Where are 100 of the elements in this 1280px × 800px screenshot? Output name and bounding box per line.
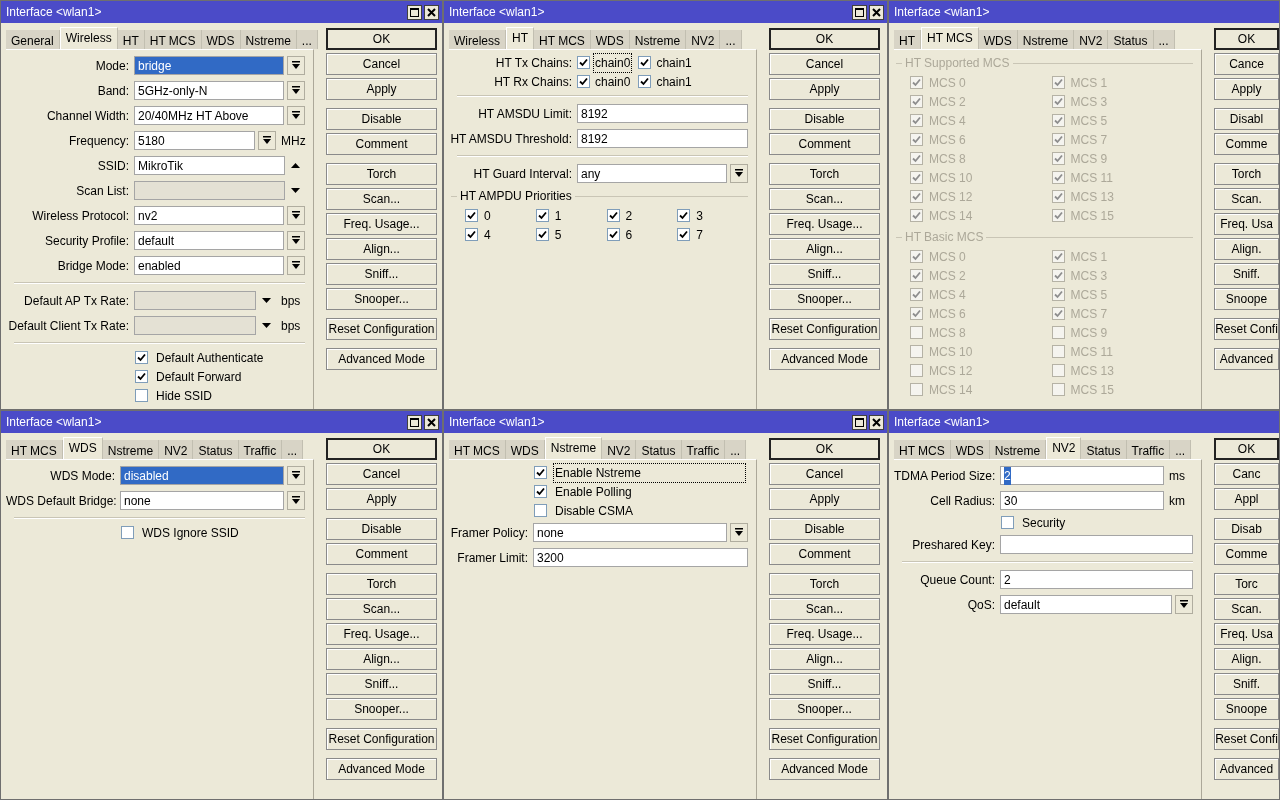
checkbox-label[interactable]: chain0 xyxy=(593,71,633,92)
dialog-button[interactable]: Disable xyxy=(769,108,880,130)
tab[interactable]: Traffic xyxy=(681,440,726,459)
dialog-button[interactable]: Reset Confi xyxy=(1214,318,1279,340)
tab[interactable]: Traffic xyxy=(1126,440,1171,459)
input-field[interactable]: nv2 xyxy=(134,206,284,225)
dialog-button[interactable]: Cancel xyxy=(769,53,880,75)
checkbox-label[interactable]: Hide SSID xyxy=(154,385,215,406)
input-field[interactable]: 8192 xyxy=(577,104,748,123)
checkbox[interactable] xyxy=(638,75,652,88)
tab[interactable]: Nstreme xyxy=(544,437,603,459)
checkbox[interactable] xyxy=(535,228,549,241)
dialog-button[interactable]: Freq. Usage... xyxy=(326,623,437,645)
tab[interactable]: NV2 xyxy=(686,30,721,49)
dialog-button[interactable]: Scan... xyxy=(326,188,437,210)
tab[interactable]: General xyxy=(6,30,60,49)
dialog-button[interactable]: Disable xyxy=(326,518,437,540)
dialog-button[interactable]: Snooper... xyxy=(326,698,437,720)
tab[interactable]: ... xyxy=(282,440,304,459)
dialog-button[interactable]: Sniff... xyxy=(326,263,437,285)
dialog-button[interactable]: Align... xyxy=(326,648,437,670)
checkbox[interactable] xyxy=(465,228,478,241)
input-field[interactable]: any xyxy=(577,164,727,183)
dialog-button[interactable]: Advanced xyxy=(1214,758,1279,780)
dialog-button[interactable]: Cance xyxy=(1214,53,1279,75)
dropdown-button[interactable] xyxy=(287,491,305,510)
tab[interactable]: WDS xyxy=(590,30,630,49)
checkbox[interactable] xyxy=(1001,516,1014,529)
dialog-button[interactable]: OK xyxy=(1214,438,1279,460)
dialog-button[interactable]: Comment xyxy=(769,543,880,565)
dialog-button[interactable]: Snooper... xyxy=(769,288,880,310)
input-field[interactable]: disabled xyxy=(120,466,284,485)
input-field[interactable]: 8192 xyxy=(577,129,748,148)
checkbox-label[interactable]: chain1 xyxy=(654,71,694,92)
dialog-button[interactable]: Freq. Usage... xyxy=(769,623,880,645)
dialog-button[interactable]: Freq. Usa xyxy=(1214,623,1279,645)
input-field[interactable]: MikroTik xyxy=(134,156,285,175)
maximize-button[interactable] xyxy=(407,414,422,430)
close-button[interactable] xyxy=(424,414,439,430)
checkbox-label[interactable]: 7 xyxy=(696,225,703,244)
dialog-button[interactable]: Sniff... xyxy=(769,673,880,695)
input-field[interactable]: 5GHz-only-N xyxy=(134,81,284,100)
dialog-button[interactable]: Align. xyxy=(1214,648,1279,670)
dialog-button[interactable]: OK xyxy=(1214,28,1279,50)
input-field[interactable]: 3200 xyxy=(533,548,748,567)
dialog-button[interactable]: OK xyxy=(769,438,880,460)
dropdown-button[interactable] xyxy=(287,81,305,100)
dialog-button[interactable]: Disabl xyxy=(1214,108,1279,130)
checkbox-label[interactable]: Security xyxy=(1020,512,1068,533)
tab[interactable]: ... xyxy=(725,440,747,459)
tab[interactable]: Status xyxy=(636,440,682,459)
dropdown-button[interactable] xyxy=(1175,595,1193,614)
input-field[interactable]: enabled xyxy=(134,256,284,275)
tab[interactable]: HT MCS xyxy=(894,440,951,459)
dialog-button[interactable]: Align. xyxy=(1214,238,1279,260)
checkbox[interactable] xyxy=(677,228,691,241)
input-field[interactable]: 2 xyxy=(1000,466,1164,485)
dialog-button[interactable]: Apply xyxy=(326,78,437,100)
tab[interactable]: HT xyxy=(894,30,921,49)
checkbox-label[interactable]: Disable CSMA xyxy=(553,500,636,521)
dialog-button[interactable]: Freq. Usage... xyxy=(326,213,437,235)
tab[interactable]: WDS xyxy=(201,30,241,49)
input-field[interactable]: none xyxy=(533,523,727,542)
dialog-button[interactable]: Align... xyxy=(769,648,880,670)
checkbox[interactable] xyxy=(677,209,691,222)
dialog-button[interactable]: Freq. Usage... xyxy=(769,213,880,235)
tab[interactable]: HT xyxy=(506,27,534,49)
tab[interactable]: Status xyxy=(1081,440,1127,459)
maximize-button[interactable] xyxy=(852,414,867,430)
dialog-button[interactable]: Apply xyxy=(769,78,880,100)
dialog-button[interactable]: Torch xyxy=(326,573,437,595)
dialog-button[interactable]: Reset Configuration xyxy=(326,318,437,340)
tab[interactable]: NV2 xyxy=(1046,437,1082,459)
checkbox-label[interactable]: Default Authenticate xyxy=(154,347,266,368)
tab[interactable]: HT xyxy=(117,30,145,49)
dialog-button[interactable]: Comment xyxy=(326,543,437,565)
dropdown-button[interactable] xyxy=(287,206,305,225)
tab[interactable]: HT MCS xyxy=(534,30,591,49)
dialog-button[interactable]: Scan... xyxy=(326,598,437,620)
dialog-button[interactable]: Torch xyxy=(326,163,437,185)
checkbox-label[interactable]: chain1 xyxy=(654,52,694,73)
checkbox[interactable] xyxy=(135,351,148,364)
checkbox[interactable] xyxy=(577,75,590,88)
tab[interactable]: Nstreme xyxy=(102,440,160,459)
input-field[interactable]: none xyxy=(120,491,284,510)
tab[interactable]: NV2 xyxy=(159,440,194,459)
input-field[interactable]: 2 xyxy=(1000,570,1193,589)
dropdown-button[interactable] xyxy=(258,131,276,150)
checkbox-label[interactable]: Default Forward xyxy=(154,366,244,387)
dialog-button[interactable]: Comme xyxy=(1214,133,1279,155)
dialog-button[interactable]: Advanced Mode xyxy=(769,348,880,370)
checkbox[interactable] xyxy=(638,56,652,69)
checkbox-label[interactable]: 5 xyxy=(554,225,562,244)
input-field[interactable]: default xyxy=(134,231,284,250)
dialog-button[interactable]: Canc xyxy=(1214,463,1279,485)
checkbox[interactable] xyxy=(606,228,620,241)
input-field[interactable]: bridge xyxy=(134,56,284,75)
checkbox-label[interactable]: 3 xyxy=(696,206,703,225)
dialog-button[interactable]: Cancel xyxy=(769,463,880,485)
dialog-button[interactable]: Cancel xyxy=(326,463,437,485)
